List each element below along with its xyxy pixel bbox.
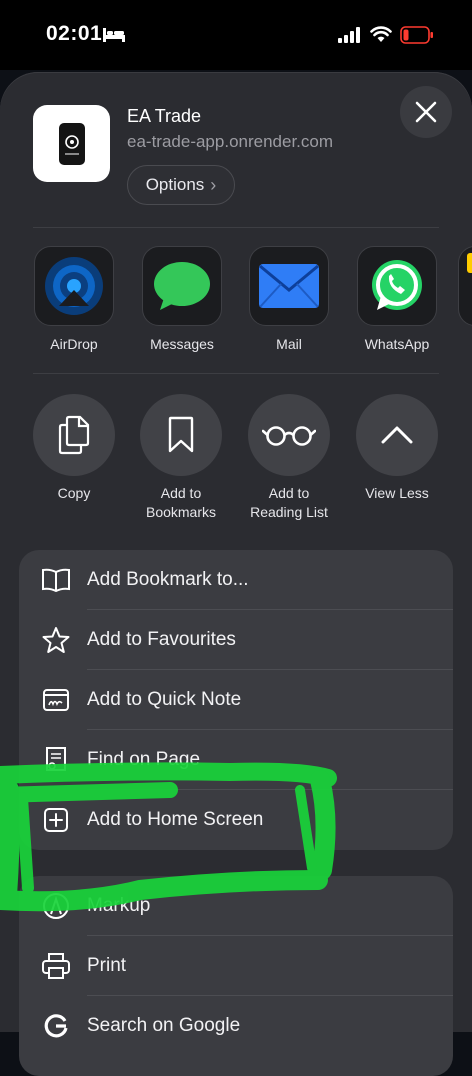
battery-low-icon [400,26,433,44]
bed-icon [103,28,125,42]
divider [33,373,439,374]
bookmark-icon [140,394,222,476]
action-label: Copy [57,485,91,501]
share-app-airdrop[interactable]: AirDrop [27,246,121,352]
share-app-label: Mail [276,336,302,352]
menu-item-label: Find on Page [87,749,201,770]
menu-item-find-on-page[interactable]: Find on Page [19,730,453,790]
action-label: Add to Reading List [250,485,328,520]
action-copy[interactable]: Copy [20,394,128,503]
share-app-label: WhatsApp [364,336,430,352]
close-icon [415,101,437,123]
menu-item-add-bookmark-to[interactable]: Add Bookmark to... [19,550,453,610]
share-app-whatsapp[interactable]: WhatsApp [350,246,444,352]
options-button[interactable]: Options › [127,165,235,205]
copy-icon [33,394,115,476]
menu-item-label: Add to Home Screen [87,809,264,830]
google-icon [41,1012,71,1040]
menu-group-primary: Add Bookmark to... Add to Favourites Add… [19,550,453,850]
share-app-next-partial[interactable] [458,246,472,326]
menu-item-add-to-favourites[interactable]: Add to Favourites [19,610,453,670]
wifi-icon [370,26,392,42]
star-icon [41,626,71,654]
action-view-less[interactable]: View Less [343,394,451,503]
printer-icon [41,952,71,980]
menu-item-label: Add to Quick Note [87,689,242,710]
share-app-messages[interactable]: Messages [135,246,229,352]
whatsapp-icon [357,246,437,326]
menu-item-label: Markup [87,895,151,916]
divider [33,227,439,228]
status-bar: 02:01 [0,0,472,70]
chevron-up-icon [356,394,438,476]
messages-icon [142,246,222,326]
phone-logo-icon [58,122,85,165]
menu-item-label: Add Bookmark to... [87,569,249,590]
cellular-signal-icon [338,27,360,43]
status-time: 02:01 [46,22,103,45]
chevron-right-icon: › [210,174,217,195]
action-add-to-bookmarks[interactable]: Add to Bookmarks [127,394,235,522]
site-name: EA Trade [127,106,202,126]
action-label: Add to Bookmarks [145,485,217,520]
share-app-mail[interactable]: Mail [242,246,336,352]
share-apps-row: AirDrop Messages Mail WhatsApp [0,246,472,356]
markup-icon [41,892,71,920]
add-square-icon [41,806,71,834]
site-thumbnail [33,105,110,182]
menu-item-markup[interactable]: Markup [19,876,453,936]
quick-note-icon [41,686,71,714]
menu-item-label: Add to Favourites [87,629,236,650]
action-add-to-reading-list[interactable]: Add to Reading List [235,394,343,522]
site-url: ea-trade-app.onrender.com [127,132,334,151]
airdrop-icon [34,246,114,326]
action-label: View Less [365,485,429,501]
share-sheet: EA Trade ea-trade-app.onrender.com Optio… [0,72,472,1076]
glasses-icon [248,394,330,476]
menu-item-add-to-home-screen[interactable]: Add to Home Screen [19,790,453,850]
menu-item-label: Search on Google [87,1015,241,1036]
close-button[interactable] [400,86,452,138]
share-app-label: AirDrop [50,336,98,352]
book-icon [41,566,71,594]
menu-item-add-to-quick-note[interactable]: Add to Quick Note [19,670,453,730]
menu-item-label: Print [87,955,127,976]
actions-row: Copy Add to Bookmarks Add to Reading Lis… [0,394,472,524]
menu-item-search-on-google[interactable]: Search on Google [19,996,453,1056]
menu-group-secondary: Markup Print Search on Google [19,876,453,1076]
menu-item-print[interactable]: Print [19,936,453,996]
find-on-page-icon [41,746,71,774]
options-label: Options [145,175,205,194]
app-icon [458,246,472,326]
mail-icon [249,246,329,326]
share-app-label: Messages [150,336,214,352]
